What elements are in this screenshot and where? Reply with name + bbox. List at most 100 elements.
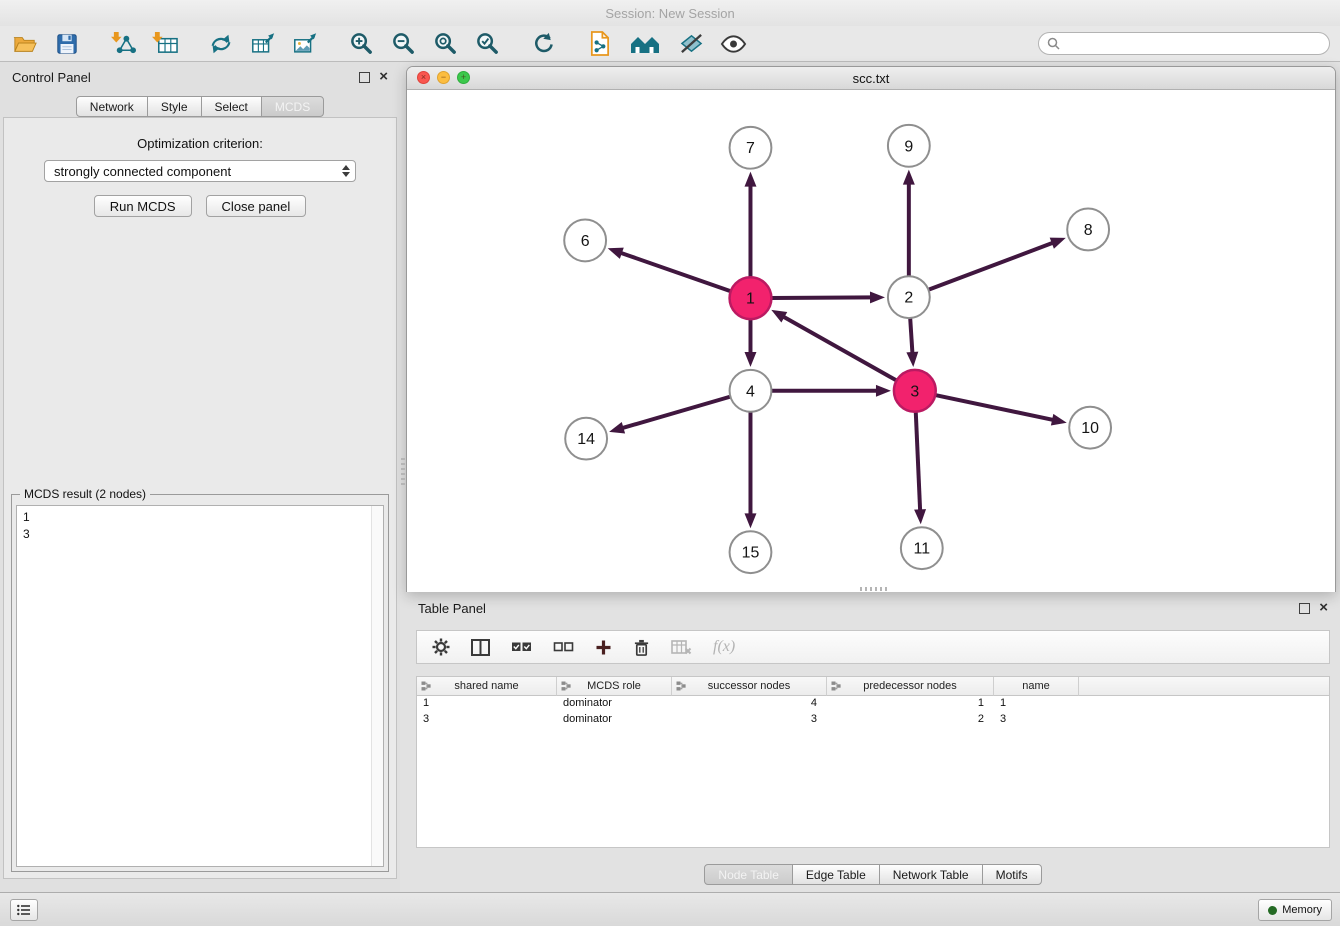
cell-name[interactable]: 3	[994, 712, 1079, 728]
column-header-mcds-role[interactable]: MCDS role	[557, 677, 672, 696]
tab-select[interactable]: Select	[201, 96, 262, 117]
deselect-all-rows-icon[interactable]	[553, 639, 574, 655]
splitter-grip-vertical[interactable]	[401, 458, 405, 486]
graph-node-label: 1	[746, 291, 755, 308]
column-header-name[interactable]: name	[994, 677, 1079, 696]
graph-node[interactable]: 4	[730, 370, 772, 412]
network-from-selection-icon[interactable]	[206, 30, 236, 58]
graph-edge[interactable]	[608, 248, 731, 292]
function-builder-icon[interactable]: f(x)	[713, 638, 735, 656]
show-columns-icon[interactable]	[471, 639, 490, 656]
table-settings-gear-icon[interactable]	[432, 638, 450, 656]
show-panel-menu-button[interactable]	[10, 899, 38, 921]
graph-edge[interactable]	[928, 238, 1065, 290]
optimization-select[interactable]: strongly connected component	[44, 160, 356, 182]
tab-mcds[interactable]: MCDS	[261, 96, 324, 117]
cell-successor-nodes[interactable]: 4	[672, 696, 827, 712]
import-network-icon[interactable]	[108, 30, 138, 58]
graph-node[interactable]: 7	[730, 127, 772, 169]
graph-edge[interactable]	[771, 310, 896, 381]
cell-shared-name[interactable]: 1	[417, 696, 557, 712]
birds-eye-view-icon[interactable]	[718, 30, 748, 58]
float-panel-icon[interactable]	[359, 72, 370, 83]
cell-mcds-role[interactable]: dominator	[557, 712, 672, 728]
open-file-icon[interactable]	[10, 30, 40, 58]
graph-node-label: 11	[914, 541, 931, 558]
close-table-panel-icon[interactable]: ×	[1319, 602, 1328, 614]
graph-node[interactable]: 14	[565, 418, 607, 460]
zoom-in-icon[interactable]	[346, 30, 376, 58]
mcds-result-list[interactable]: 1 3	[16, 505, 384, 867]
run-mcds-button[interactable]: Run MCDS	[94, 195, 192, 217]
select-stepper-icon	[337, 161, 355, 181]
graph-edge[interactable]	[745, 172, 757, 278]
column-header-successor-nodes[interactable]: successor nodes	[672, 677, 827, 696]
home-views-icon[interactable]	[626, 30, 664, 58]
column-header-shared-name[interactable]: shared name	[417, 677, 557, 696]
tab-style[interactable]: Style	[147, 96, 202, 117]
column-label: shared name	[454, 680, 518, 692]
splitter-grip-horizontal[interactable]	[860, 587, 888, 591]
import-table-icon[interactable]	[150, 30, 180, 58]
export-table-icon[interactable]	[248, 30, 278, 58]
memory-button[interactable]: Memory	[1258, 899, 1332, 921]
zoom-out-icon[interactable]	[388, 30, 418, 58]
graph-edge[interactable]	[745, 412, 757, 529]
tab-motifs[interactable]: Motifs	[982, 864, 1042, 885]
float-table-panel-icon[interactable]	[1299, 603, 1310, 614]
column-header-predecessor-nodes[interactable]: predecessor nodes	[827, 677, 994, 696]
table-row[interactable]: 1 dominator 4 1 1	[417, 696, 1329, 712]
delete-table-icon[interactable]	[671, 639, 692, 655]
graph-node[interactable]: 10	[1069, 407, 1111, 449]
zoom-group	[346, 30, 502, 58]
graph-node[interactable]: 8	[1067, 209, 1109, 251]
select-all-rows-icon[interactable]	[511, 639, 532, 655]
delete-column-trash-icon[interactable]	[633, 638, 650, 657]
network-window-titlebar[interactable]: × − + scc.txt	[407, 67, 1335, 90]
export-image-icon[interactable]	[290, 30, 320, 58]
refresh-view-icon[interactable]	[528, 30, 558, 58]
graph-edge[interactable]	[771, 291, 885, 303]
tab-network-table[interactable]: Network Table	[879, 864, 983, 885]
table-row[interactable]: 3 dominator 3 2 3	[417, 712, 1329, 728]
graph-edge[interactable]	[903, 170, 915, 277]
cell-mcds-role[interactable]: dominator	[557, 696, 672, 712]
network-canvas[interactable]: 7 9 8 6 1 2 4 3 10 14 15 11	[407, 90, 1335, 592]
cell-predecessor-nodes[interactable]: 1	[827, 696, 994, 712]
graph-node[interactable]: 9	[888, 125, 930, 167]
graph-edge[interactable]	[914, 412, 926, 525]
column-label: successor nodes	[708, 680, 791, 692]
window-close-button[interactable]: ×	[417, 71, 430, 84]
graph-edge[interactable]	[745, 319, 757, 367]
graph-edge[interactable]	[771, 385, 891, 397]
tab-network[interactable]: Network	[76, 96, 148, 117]
graph-node[interactable]: 2	[888, 276, 930, 318]
close-control-panel-icon[interactable]: ×	[379, 71, 388, 83]
graph-edge[interactable]	[906, 318, 918, 367]
cell-name[interactable]: 1	[994, 696, 1079, 712]
graph-edge[interactable]	[609, 397, 730, 434]
graph-node[interactable]: 3	[894, 370, 936, 412]
graphics-details-icon[interactable]	[676, 30, 706, 58]
graph-edge[interactable]	[935, 395, 1066, 425]
cell-predecessor-nodes[interactable]: 2	[827, 712, 994, 728]
save-session-icon[interactable]	[52, 30, 82, 58]
graph-node[interactable]: 6	[564, 219, 606, 261]
cell-successor-nodes[interactable]: 3	[672, 712, 827, 728]
cell-shared-name[interactable]: 3	[417, 712, 557, 728]
search-input[interactable]	[1065, 36, 1321, 52]
graph-node[interactable]: 11	[901, 527, 943, 569]
result-scrollbar[interactable]	[371, 506, 383, 866]
tab-edge-table[interactable]: Edge Table	[792, 864, 880, 885]
search-field[interactable]	[1038, 32, 1330, 55]
zoom-fit-icon[interactable]	[430, 30, 460, 58]
create-column-plus-icon[interactable]	[595, 639, 612, 656]
graph-node[interactable]: 15	[730, 531, 772, 573]
new-document-network-icon[interactable]	[584, 30, 614, 58]
zoom-selected-icon[interactable]	[472, 30, 502, 58]
tab-node-table[interactable]: Node Table	[704, 864, 793, 885]
window-zoom-button[interactable]: +	[457, 71, 470, 84]
graph-node[interactable]: 1	[730, 277, 772, 319]
close-panel-button[interactable]: Close panel	[206, 195, 307, 217]
window-minimize-button[interactable]: −	[437, 71, 450, 84]
